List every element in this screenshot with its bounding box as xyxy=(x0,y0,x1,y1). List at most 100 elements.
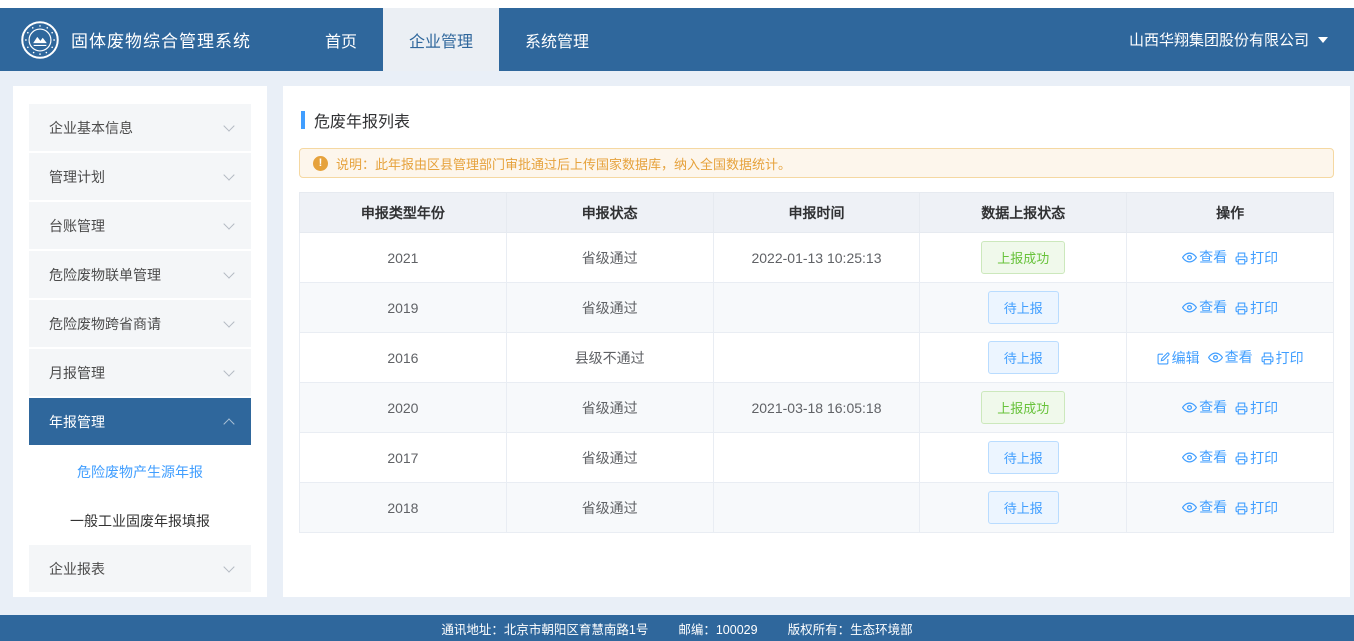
nav-tab-1[interactable]: 企业管理 xyxy=(383,8,499,71)
upload-status-badge[interactable]: 上报成功 xyxy=(981,241,1065,274)
edit-link[interactable]: 编辑 xyxy=(1157,348,1200,368)
sidebar-item-label: 月报管理 xyxy=(49,363,105,383)
printer-icon xyxy=(1235,252,1248,265)
cell-report-year: 2016 xyxy=(300,333,507,383)
sidebar-item[interactable]: 管理计划 xyxy=(29,153,251,200)
report-table-body: 2021省级通过2022-01-13 10:25:13上报成功查看打印2019省… xyxy=(300,233,1334,533)
print-link[interactable]: 打印 xyxy=(1235,398,1278,418)
printer-icon xyxy=(1235,402,1248,415)
upload-status-badge[interactable]: 待上报 xyxy=(988,341,1059,374)
chevron-down-icon xyxy=(223,218,234,229)
cell-actions: 查看 打印 xyxy=(1127,283,1334,333)
table-row: 2017省级通过待上报查看打印 xyxy=(300,433,1334,483)
cell-report-time xyxy=(713,333,920,383)
view-link[interactable]: 查看 xyxy=(1182,397,1227,417)
cell-upload-status: 待上报 xyxy=(920,333,1127,383)
cell-actions: 查看 打印 xyxy=(1127,233,1334,283)
footer-postcode: 邮编：100029 xyxy=(678,619,757,638)
view-link-label: 查看 xyxy=(1199,397,1227,417)
sidebar-item[interactable]: 台账管理 xyxy=(29,202,251,249)
column-header: 操作 xyxy=(1127,193,1334,233)
sidebar-subitem[interactable]: 危险废物产生源年报 xyxy=(29,447,251,496)
cell-report-year: 2018 xyxy=(300,483,507,533)
footer-address: 通讯地址：北京市朝阳区育慧南路1号 xyxy=(441,619,648,638)
printer-icon xyxy=(1235,452,1248,465)
company-menu[interactable]: 山西华翔集团股份有限公司 xyxy=(1129,8,1354,71)
company-name: 山西华翔集团股份有限公司 xyxy=(1129,29,1309,50)
table-row: 2016县级不通过待上报编辑查看打印 xyxy=(300,333,1334,383)
edit-icon xyxy=(1157,352,1170,365)
upload-status-badge[interactable]: 待上报 xyxy=(988,291,1059,324)
upload-status-badge[interactable]: 待上报 xyxy=(988,491,1059,524)
sidebar-item[interactable]: 企业基本信息 xyxy=(29,104,251,151)
cell-report-status: 省级通过 xyxy=(506,483,713,533)
page-content: 企业基本信息管理计划台账管理危险废物联单管理危险废物跨省商请月报管理年报管理危险… xyxy=(0,71,1354,615)
report-table: 申报类型年份申报状态申报时间数据上报状态操作 2021省级通过2022-01-1… xyxy=(299,192,1334,533)
chevron-down-icon xyxy=(223,169,234,180)
section-title-text: 危废年报列表 xyxy=(314,108,410,132)
view-link[interactable]: 查看 xyxy=(1182,447,1227,467)
column-header: 数据上报状态 xyxy=(920,193,1127,233)
cell-upload-status: 待上报 xyxy=(920,433,1127,483)
printer-icon xyxy=(1235,502,1248,515)
cell-report-time: 2021-03-18 16:05:18 xyxy=(713,383,920,433)
sidebar-item-label: 危险废物联单管理 xyxy=(49,265,161,285)
eye-icon xyxy=(1182,450,1197,465)
sidebar-item-label: 危险废物跨省商请 xyxy=(49,314,161,334)
print-link-label: 打印 xyxy=(1250,248,1278,268)
cell-report-time xyxy=(713,433,920,483)
nav-tabs: 首页企业管理系统管理 xyxy=(299,8,615,71)
cell-actions: 查看 打印 xyxy=(1127,383,1334,433)
table-header-row: 申报类型年份申报状态申报时间数据上报状态操作 xyxy=(300,193,1334,233)
print-link[interactable]: 打印 xyxy=(1235,248,1278,268)
view-link-label: 查看 xyxy=(1199,297,1227,317)
print-link[interactable]: 打印 xyxy=(1261,348,1304,368)
print-link-label: 打印 xyxy=(1250,398,1278,418)
chevron-down-icon xyxy=(223,561,234,572)
sidebar: 企业基本信息管理计划台账管理危险废物联单管理危险废物跨省商请月报管理年报管理危险… xyxy=(13,86,267,597)
view-link[interactable]: 查看 xyxy=(1208,347,1253,367)
top-strip xyxy=(0,0,1354,8)
view-link[interactable]: 查看 xyxy=(1182,497,1227,517)
sidebar-item-label: 台账管理 xyxy=(49,216,105,236)
upload-status-badge[interactable]: 上报成功 xyxy=(981,391,1065,424)
edit-link-label: 编辑 xyxy=(1172,348,1200,368)
sidebar-item[interactable]: 危险废物联单管理 xyxy=(29,251,251,298)
table-row: 2018省级通过 待上报 查看打印 xyxy=(300,483,1334,533)
cell-actions: 编辑查看 打印 xyxy=(1127,333,1334,383)
cell-report-time xyxy=(713,483,920,533)
mee-logo-icon xyxy=(20,20,60,60)
print-link-label: 打印 xyxy=(1250,298,1278,318)
cell-report-time: 2022-01-13 10:25:13 xyxy=(713,233,920,283)
print-link-label: 打印 xyxy=(1276,348,1304,368)
sidebar-item[interactable]: 年报管理 xyxy=(29,398,251,445)
section-title: 危废年报列表 xyxy=(301,108,1334,132)
view-link-label: 查看 xyxy=(1199,247,1227,267)
eye-icon xyxy=(1182,250,1197,265)
cell-report-year: 2021 xyxy=(300,233,507,283)
chevron-down-icon xyxy=(223,365,234,376)
sidebar-item[interactable]: 企业报表 xyxy=(29,545,251,592)
view-link-label: 查看 xyxy=(1199,497,1227,517)
sidebar-item[interactable]: 危险废物跨省商请 xyxy=(29,300,251,347)
cell-report-year: 2020 xyxy=(300,383,507,433)
printer-icon xyxy=(1261,352,1274,365)
eye-icon xyxy=(1182,400,1197,415)
upload-status-badge[interactable]: 待上报 xyxy=(988,441,1059,474)
view-link[interactable]: 查看 xyxy=(1182,247,1227,267)
print-link[interactable]: 打印 xyxy=(1235,498,1278,518)
table-row: 2021省级通过2022-01-13 10:25:13 上报成功 查看 打印 xyxy=(300,233,1334,283)
column-header: 申报类型年份 xyxy=(300,193,507,233)
print-link[interactable]: 打印 xyxy=(1235,298,1278,318)
sidebar-subitem[interactable]: 一般工业固废年报填报 xyxy=(29,496,251,545)
nav-tab-2[interactable]: 系统管理 xyxy=(499,8,615,71)
cell-report-status: 省级通过 xyxy=(506,233,713,283)
nav-tab-0[interactable]: 首页 xyxy=(299,8,383,71)
print-link-label: 打印 xyxy=(1250,448,1278,468)
warning-icon: ! xyxy=(313,156,328,171)
table-row: 2020省级通过2021-03-18 16:05:18上报成功查看打印 xyxy=(300,383,1334,433)
navbar: 固体废物综合管理系统 首页企业管理系统管理 山西华翔集团股份有限公司 xyxy=(0,8,1354,71)
print-link[interactable]: 打印 xyxy=(1235,448,1278,468)
sidebar-item[interactable]: 月报管理 xyxy=(29,349,251,396)
view-link[interactable]: 查看 xyxy=(1182,297,1227,317)
